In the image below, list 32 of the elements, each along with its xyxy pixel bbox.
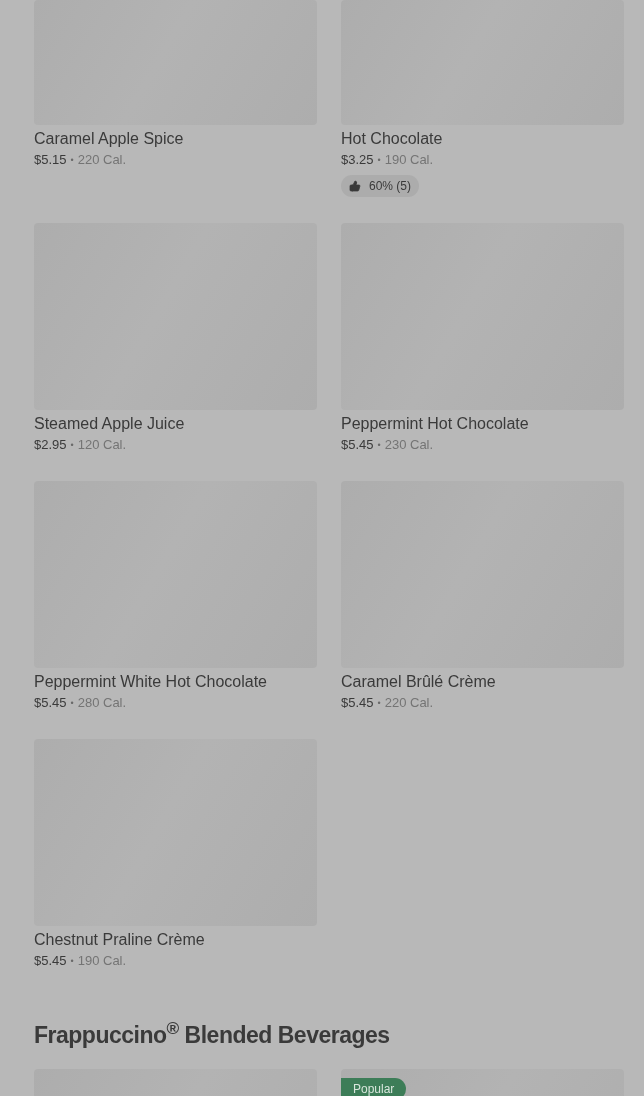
item-price: $2.95 — [34, 436, 67, 454]
thumbs-up-icon — [349, 180, 361, 192]
separator: • — [70, 955, 74, 968]
item-calories: 280 Cal. — [77, 694, 127, 712]
rating-text: 60% (5) — [369, 178, 412, 195]
item-name[interactable]: Steamed Apple Juice — [34, 413, 317, 435]
item-name[interactable]: Caramel Brûlé Crème — [341, 671, 624, 693]
item-calories: 190 Cal. — [384, 151, 434, 169]
item-calories: 220 Cal. — [77, 151, 127, 169]
item-calories: 120 Cal. — [77, 436, 127, 454]
separator: • — [377, 697, 381, 710]
item-price: $5.45 — [34, 952, 67, 970]
item-name[interactable]: Hot Chocolate — [341, 128, 624, 150]
item-price: $5.15 — [34, 151, 67, 169]
section-heading: Frappuccino$^{®}$ Blended Beverages — [34, 1017, 391, 1050]
separator: • — [70, 154, 74, 167]
popular-badge: Popular — [341, 1078, 407, 1096]
item-calories: 230 Cal. — [384, 436, 434, 454]
item-price: $3.25 — [341, 151, 374, 169]
separator: • — [70, 439, 74, 452]
item-name[interactable]: Chestnut Praline Crème — [34, 929, 317, 951]
separator: • — [377, 439, 381, 452]
item-name[interactable]: Caramel Apple Spice — [34, 128, 317, 150]
item-name[interactable]: Peppermint Hot Chocolate — [341, 413, 624, 435]
item-price: $5.45 — [341, 694, 374, 712]
item-calories: 220 Cal. — [384, 694, 434, 712]
item-name[interactable]: Peppermint White Hot Chocolate — [34, 671, 317, 693]
item-price: $5.45 — [34, 694, 67, 712]
item-price: $5.45 — [341, 436, 374, 454]
separator: • — [377, 154, 381, 167]
item-calories: 190 Cal. — [77, 952, 127, 970]
separator: • — [70, 697, 74, 710]
